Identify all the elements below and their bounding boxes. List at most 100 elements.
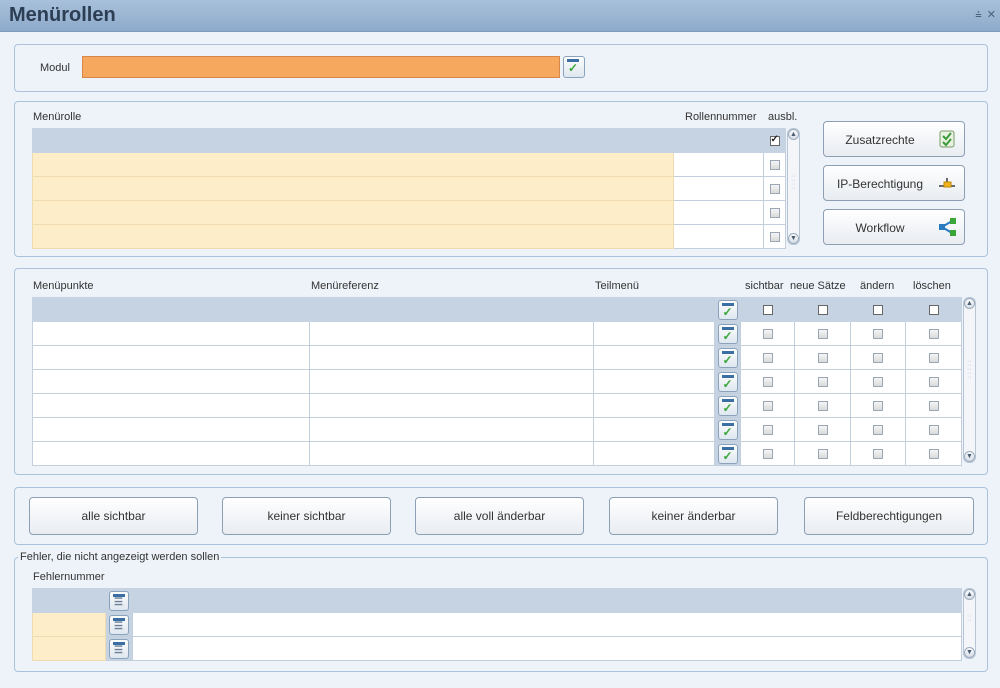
sichtbar-checkbox[interactable] (762, 400, 773, 411)
menupunkt-cell[interactable] (32, 417, 310, 442)
table-row[interactable] (32, 200, 786, 225)
menupunkte-scrollbar[interactable]: ▲ ·· ·· ·· ·· ·· ▼ (963, 297, 976, 463)
sichtbar-checkbox[interactable] (762, 352, 773, 363)
sichtbar-checkbox[interactable] (762, 448, 773, 459)
all-editable-button[interactable]: alle voll änderbar (415, 497, 584, 535)
rollennummer-cell[interactable] (673, 224, 764, 249)
rollennummer-cell[interactable] (673, 200, 764, 225)
table-row[interactable] (32, 224, 786, 249)
menurolle-cell[interactable] (32, 128, 674, 153)
neue-saetze-checkbox[interactable] (817, 376, 828, 387)
loeschen-checkbox[interactable] (928, 424, 939, 435)
scroll-grip-icon[interactable]: ·· ·· ·· ·· ·· (967, 358, 972, 381)
menupunkt-cell[interactable] (32, 369, 310, 394)
menureferenz-cell[interactable] (309, 393, 594, 418)
fehlernummer-cell[interactable] (32, 612, 106, 637)
table-row[interactable] (32, 176, 786, 201)
rollennummer-cell[interactable] (673, 176, 764, 201)
menureferenz-cell[interactable] (309, 417, 594, 442)
teilmenu-lookup-icon[interactable]: ✓ (717, 323, 738, 344)
menureferenz-cell[interactable] (309, 297, 594, 322)
menupunkt-cell[interactable] (32, 321, 310, 346)
aendern-checkbox[interactable] (873, 400, 883, 411)
close-icon[interactable]: ✕ (987, 9, 996, 21)
neue-saetze-checkbox[interactable] (817, 304, 828, 315)
none-visible-button[interactable]: keiner sichtbar (222, 497, 391, 535)
error-description-cell[interactable] (132, 636, 962, 661)
ausbl-checkbox[interactable] (769, 134, 780, 146)
aendern-checkbox[interactable] (873, 304, 883, 315)
sichtbar-checkbox[interactable] (762, 328, 773, 339)
error-lookup-icon[interactable]: ☰ (109, 614, 129, 635)
scroll-up-icon[interactable]: ▲ (788, 129, 799, 140)
scroll-grip-icon[interactable]: ·· ·· (967, 613, 972, 624)
menurolle-cell[interactable] (32, 152, 674, 177)
teilmenu-cell[interactable] (593, 417, 715, 442)
ausbl-checkbox[interactable] (769, 183, 780, 194)
table-row[interactable]: ☰ (32, 588, 962, 613)
menurolle-cell[interactable] (32, 176, 674, 201)
menureferenz-cell[interactable] (309, 321, 594, 346)
all-visible-button[interactable]: alle sichtbar (29, 497, 198, 535)
menurolle-cell[interactable] (32, 200, 674, 225)
loeschen-checkbox[interactable] (928, 376, 939, 387)
menurolle-cell[interactable] (32, 224, 674, 249)
teilmenu-lookup-icon[interactable]: ✓ (717, 443, 738, 464)
aendern-checkbox[interactable] (873, 376, 883, 387)
rollennummer-cell[interactable] (673, 152, 764, 177)
loeschen-checkbox[interactable] (928, 304, 939, 315)
teilmenu-cell[interactable] (593, 345, 715, 370)
rollennummer-cell[interactable] (673, 128, 764, 153)
menupunkt-cell[interactable] (32, 297, 310, 322)
workflow-button[interactable]: Workflow (823, 209, 965, 245)
ausbl-checkbox[interactable] (769, 231, 780, 242)
sichtbar-checkbox[interactable] (762, 304, 773, 315)
teilmenu-cell[interactable] (593, 297, 715, 322)
errors-scrollbar[interactable]: ▲ ·· ·· ▼ (963, 588, 976, 659)
teilmenu-cell[interactable] (593, 393, 715, 418)
teilmenu-lookup-icon[interactable]: ✓ (717, 347, 738, 368)
loeschen-checkbox[interactable] (928, 352, 939, 363)
error-lookup-icon[interactable]: ☰ (109, 638, 129, 659)
table-row[interactable]: ✓ (32, 441, 962, 466)
scroll-down-icon[interactable]: ▼ (964, 647, 975, 658)
error-lookup-icon[interactable]: ☰ (109, 590, 129, 611)
neue-saetze-checkbox[interactable] (817, 328, 828, 339)
field-permissions-button[interactable]: Feldberechtigungen (804, 497, 974, 535)
menupunkt-cell[interactable] (32, 393, 310, 418)
table-row[interactable] (32, 152, 786, 177)
loeschen-checkbox[interactable] (928, 328, 939, 339)
table-row[interactable]: ☰ (32, 636, 962, 661)
fehlernummer-cell[interactable] (32, 636, 106, 661)
loeschen-checkbox[interactable] (928, 400, 939, 411)
scroll-up-icon[interactable]: ▲ (964, 298, 975, 309)
teilmenu-lookup-icon[interactable]: ✓ (717, 299, 738, 320)
teilmenu-cell[interactable] (593, 321, 715, 346)
menupunkt-cell[interactable] (32, 441, 310, 466)
teilmenu-cell[interactable] (593, 369, 715, 394)
ausbl-checkbox[interactable] (769, 207, 780, 218)
table-row[interactable]: ✓ (32, 297, 962, 322)
error-description-cell[interactable] (132, 612, 962, 637)
menurolle-scrollbar[interactable]: ▲ ·· ·· ·· ·· ▼ (787, 128, 800, 245)
neue-saetze-checkbox[interactable] (817, 400, 828, 411)
teilmenu-lookup-icon[interactable]: ✓ (717, 371, 738, 392)
table-row[interactable]: ☰ (32, 612, 962, 637)
fehlernummer-cell[interactable] (32, 588, 106, 613)
scroll-up-icon[interactable]: ▲ (964, 589, 975, 600)
table-row[interactable]: ✓ (32, 369, 962, 394)
teilmenu-lookup-icon[interactable]: ✓ (717, 419, 738, 440)
aendern-checkbox[interactable] (873, 424, 883, 435)
table-row[interactable]: ✓ (32, 393, 962, 418)
menupunkt-cell[interactable] (32, 345, 310, 370)
table-row[interactable]: ✓ (32, 321, 962, 346)
modul-input[interactable] (82, 56, 560, 78)
sichtbar-checkbox[interactable] (762, 424, 773, 435)
neue-saetze-checkbox[interactable] (817, 424, 828, 435)
table-row[interactable]: ✓ (32, 417, 962, 442)
neue-saetze-checkbox[interactable] (817, 448, 828, 459)
teilmenu-cell[interactable] (593, 441, 715, 466)
sichtbar-checkbox[interactable] (762, 376, 773, 387)
ip-berechtigung-button[interactable]: IP-Berechtigung (823, 165, 965, 201)
aendern-checkbox[interactable] (873, 448, 883, 459)
